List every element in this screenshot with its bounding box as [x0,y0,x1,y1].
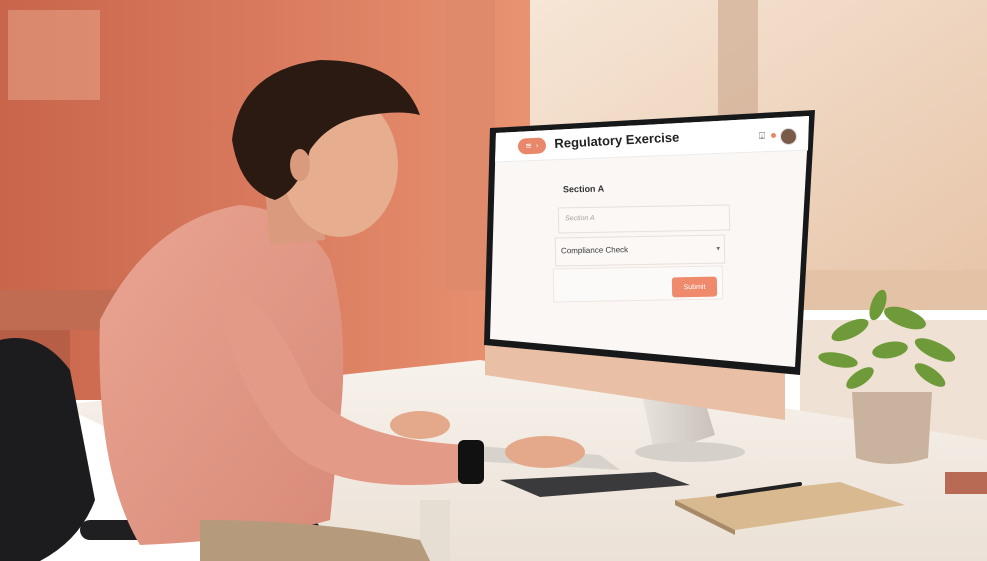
section-input[interactable]: Section A [557,204,731,234]
app-title: Regulatory Exercise [554,129,680,151]
submit-label: Submit [683,283,706,291]
section-heading: Section A [562,183,605,195]
menu-toggle[interactable]: ≡ › [517,137,547,155]
section-input-placeholder: Section A [564,214,595,223]
bell-icon[interactable]: ⍗ [759,131,765,142]
avatar[interactable] [780,128,797,145]
menu-icon: ≡ [524,141,533,151]
compliance-select-value: Compliance Check [560,245,629,256]
compliance-select[interactable]: Compliance Check ▾ [554,234,726,267]
chevron-down-icon: ▾ [716,244,721,253]
notification-dot [771,133,776,138]
submit-button[interactable]: Submit [671,276,718,298]
monitor-app-ui: ≡ › Regulatory Exercise ⍗ Section A Sect… [0,0,987,561]
chevron-right-icon: › [535,141,539,150]
